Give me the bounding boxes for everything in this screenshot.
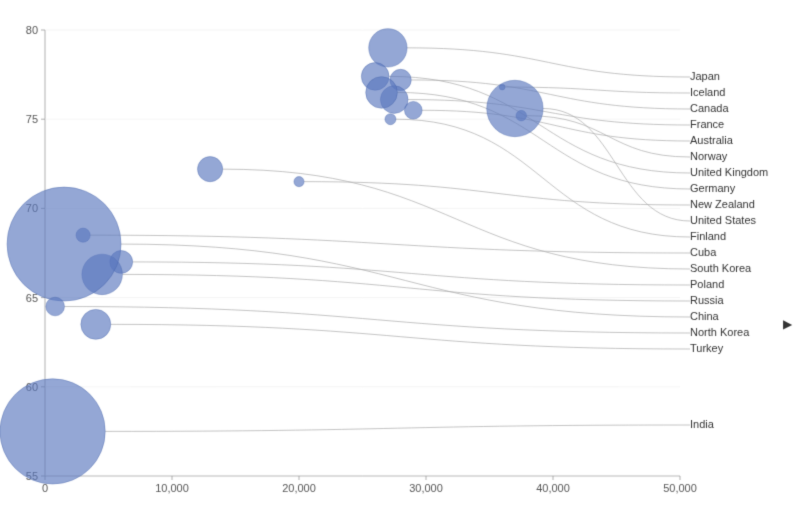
chart-container	[0, 0, 800, 526]
scatter-chart	[0, 0, 800, 526]
